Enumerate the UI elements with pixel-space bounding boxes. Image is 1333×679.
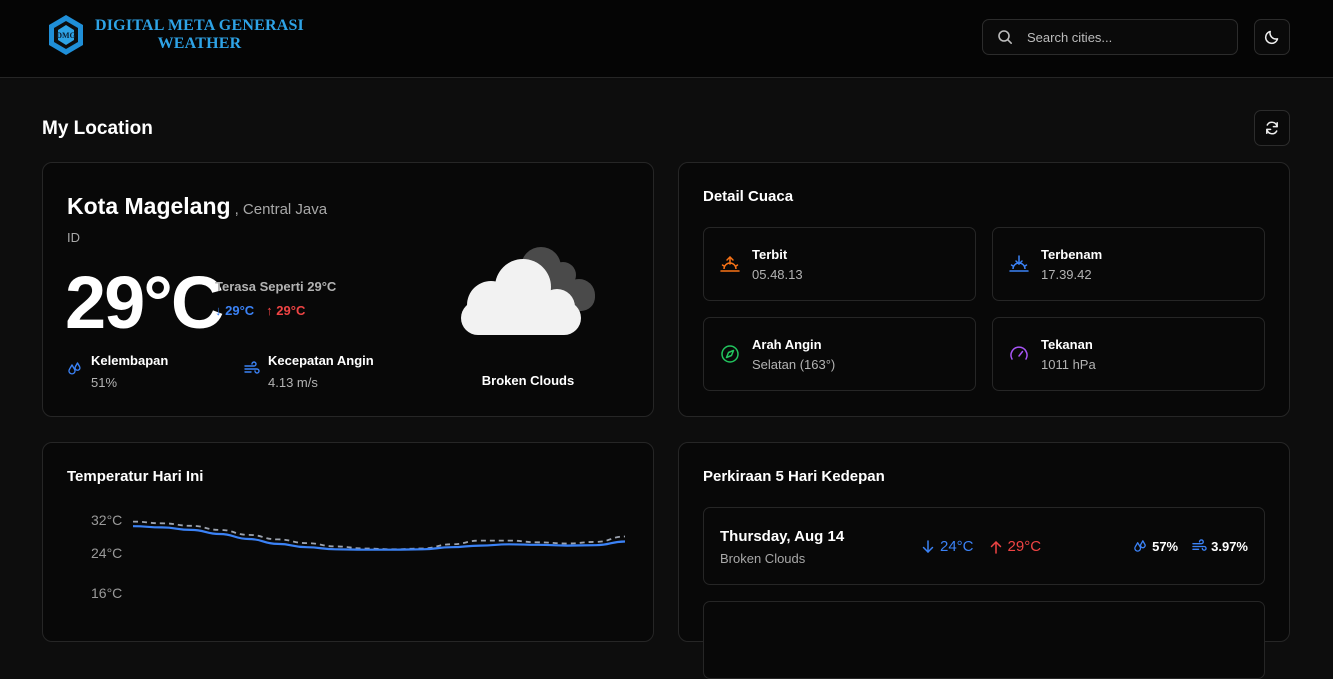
refresh-button[interactable] (1254, 110, 1290, 146)
min-temp-value: 29°C (225, 303, 255, 318)
pressure-label: Tekanan (1041, 337, 1093, 352)
theme-toggle-button[interactable] (1254, 19, 1290, 55)
compass-icon (721, 345, 739, 363)
sunrise-tile: Terbit 05.48.13 (703, 227, 976, 301)
region-name: , Central Java (234, 201, 328, 218)
logo-text: DIGITAL META GENERASI WEATHER (95, 17, 304, 53)
sunset-label: Terbenam (1041, 247, 1103, 262)
forecast-stats: 57% 3.97% (1133, 539, 1248, 554)
forecast-day-row[interactable] (703, 601, 1265, 679)
humidity-stat: Kelembapan 51% (67, 353, 168, 390)
city-name: Kota Magelang (67, 193, 231, 219)
weather-detail-card: Detail Cuaca Terbit 05.48.13 Terbenam 17… (678, 162, 1290, 417)
sunset-value: 17.39.42 (1041, 267, 1092, 282)
droplets-icon (68, 362, 81, 375)
gauge-icon (1010, 346, 1028, 360)
app-logo[interactable]: DMG DIGITAL META GENERASI WEATHER (46, 13, 304, 57)
forecast-max: 29°C (990, 538, 1042, 555)
forecast-day-row[interactable]: Thursday, Aug 14 Broken Clouds 24°C 29°C (703, 507, 1265, 585)
wind-icon (1192, 539, 1207, 551)
temperature-chart: 32°C 24°C 16°C (91, 512, 626, 601)
wind-speed-value: 4.13 m/s (268, 375, 318, 390)
sunrise-icon (720, 256, 740, 272)
min-max-temps: ↓ 29°C ↑ 29°C (215, 303, 305, 318)
pressure-tile: Tekanan 1011 hPa (992, 317, 1265, 391)
country-code: ID (67, 230, 80, 245)
current-temperature: 29°C (65, 261, 224, 344)
forecast-min: 24°C (922, 538, 974, 555)
humidity-value: 51% (91, 375, 118, 390)
y-tick-label: 16°C (91, 585, 122, 601)
forecast-max-value: 29°C (1007, 538, 1042, 555)
wind-icon (244, 361, 260, 374)
broken-clouds-icon (461, 247, 595, 335)
forecast-min-value: 24°C (940, 538, 974, 555)
refresh-icon (1266, 121, 1278, 135)
logo-badge-text: DMG (56, 31, 76, 40)
y-tick-label: 24°C (91, 545, 122, 561)
location-heading: Kota Magelang , Central Java (67, 193, 327, 220)
min-temp: ↓ 29°C (215, 303, 255, 318)
forecast-temps: 24°C 29°C (922, 538, 1041, 555)
forecast-wind: 3.97% (1192, 539, 1248, 554)
forecast-card: Perkiraan 5 Hari Kedepan Thursday, Aug 1… (678, 442, 1290, 679)
forecast-humidity: 57% (1133, 539, 1178, 554)
moon-icon (1264, 30, 1279, 45)
forecast-condition: Broken Clouds (720, 551, 806, 566)
page-title: My Location (42, 118, 153, 139)
condition-label: Broken Clouds (481, 373, 575, 388)
forecast-day-name: Thursday, Aug 14 (720, 528, 845, 545)
temperature-series-line (132, 525, 626, 551)
logo-hexagon-icon: DMG (49, 15, 83, 55)
arrow-up-icon (990, 540, 1001, 554)
sunset-tile: Terbenam 17.39.42 (992, 227, 1265, 301)
droplets-icon (1134, 540, 1146, 552)
search-icon (998, 30, 1012, 44)
top-bar: DMG DIGITAL META GENERASI WEATHER (0, 0, 1333, 78)
humidity-label: Kelembapan (91, 353, 169, 368)
max-temp-value: 29°C (276, 303, 306, 318)
forecast-title: Perkiraan 5 Hari Kedepan (703, 468, 885, 485)
detail-title: Detail Cuaca (703, 188, 794, 205)
forecast-wind-value: 3.97% (1211, 539, 1248, 554)
temperature-chart-card: Temperatur Hari Ini 32°C 24°C 16°C (42, 442, 654, 642)
wind-speed-stat: Kecepatan Angin 4.13 m/s (244, 353, 374, 390)
wind-direction-tile: Arah Angin Selatan (163°) (703, 317, 976, 391)
pressure-value: 1011 hPa (1041, 357, 1096, 372)
sunrise-label: Terbit (752, 247, 788, 262)
sunrise-value: 05.48.13 (752, 267, 803, 282)
logo-line-1: DIGITAL META GENERASI (95, 17, 304, 34)
current-weather-card: Kota Magelang , Central Java ID 29°C Ter… (42, 162, 654, 417)
wind-direction-value: Selatan (163°) (752, 357, 836, 372)
forecast-humidity-value: 57% (1152, 539, 1179, 554)
search-box[interactable] (982, 19, 1238, 55)
max-temp: ↑ 29°C (266, 303, 306, 318)
logo-line-2: WEATHER (157, 35, 242, 52)
y-tick-label: 32°C (91, 512, 122, 528)
feels-like: Terasa Seperti 29°C (215, 279, 337, 294)
sunset-icon (1009, 255, 1029, 272)
wind-speed-label: Kecepatan Angin (268, 353, 374, 368)
arrow-down-icon (922, 539, 934, 553)
wind-direction-label: Arah Angin (752, 337, 822, 352)
search-input[interactable] (1027, 29, 1217, 45)
